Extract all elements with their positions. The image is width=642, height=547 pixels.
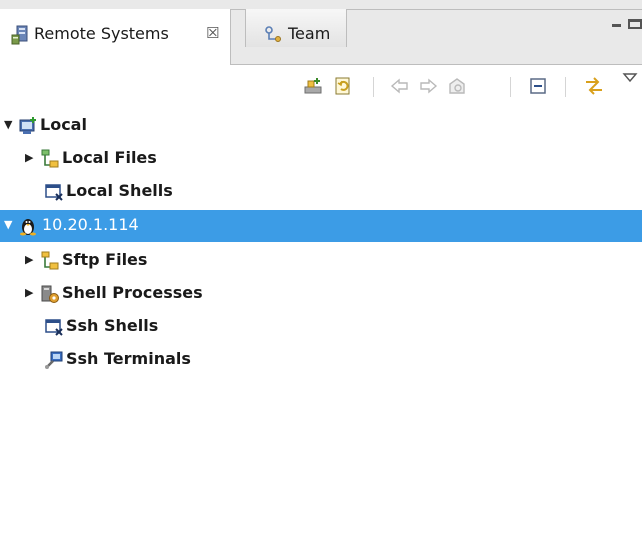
collapse-all-icon[interactable] [527, 75, 549, 97]
terminal-icon [45, 351, 63, 369]
tab-team[interactable]: Team [245, 9, 347, 47]
tab-team-label: Team [288, 24, 331, 43]
tree-item-label: Local Shells [66, 181, 173, 200]
tree-item-remote-host[interactable]: ▼ 10.20.1.114 [0, 210, 642, 242]
tree-item-label: Ssh Shells [66, 316, 159, 335]
expand-arrow-icon[interactable]: ▶ [25, 253, 33, 266]
tree-item-label: Sftp Files [62, 250, 148, 269]
tab-remote-systems-label: Remote Systems [34, 24, 169, 43]
files-icon [41, 149, 59, 168]
tree-item-label: Ssh Terminals [66, 349, 191, 368]
tree-item-local-files[interactable]: ▶ Local Files [0, 143, 642, 175]
local-host-icon [19, 117, 36, 134]
refresh-icon[interactable] [332, 75, 354, 97]
expand-arrow-icon[interactable]: ▼ [4, 118, 12, 131]
tree-item-label: 10.20.1.114 [42, 215, 139, 234]
shells-icon [45, 184, 63, 201]
forward-icon[interactable] [417, 75, 439, 97]
tree-item-label: Local [40, 115, 87, 134]
tree-item-ssh-shells[interactable]: Ssh Shells [0, 311, 642, 343]
tree-item-local-shells[interactable]: Local Shells [0, 176, 642, 208]
tree-item-sftp-files[interactable]: ▶ Sftp Files [0, 245, 642, 277]
link-with-editor-icon[interactable] [583, 75, 605, 97]
tab-remote-systems[interactable]: Remote Systems ☒ [0, 9, 231, 65]
view-tab-strip: Remote Systems ☒ Team [0, 0, 642, 65]
remote-systems-icon [11, 25, 28, 45]
toolbar-separator [510, 77, 511, 97]
expand-arrow-icon[interactable]: ▶ [25, 286, 33, 299]
toolbar-separator [373, 77, 374, 97]
back-icon[interactable] [389, 75, 411, 97]
files-icon [41, 251, 59, 270]
minimize-icon[interactable] [612, 24, 621, 27]
home-icon[interactable] [446, 75, 468, 97]
processes-icon [41, 285, 59, 303]
expand-arrow-icon[interactable]: ▼ [4, 218, 12, 231]
tree-item-local[interactable]: ▼ Local [0, 110, 642, 142]
tree-item-label: Local Files [62, 148, 157, 167]
expand-arrow-icon[interactable]: ▶ [25, 151, 33, 164]
tree-item-label: Shell Processes [62, 283, 203, 302]
close-tab-icon[interactable]: ☒ [206, 24, 219, 42]
tree-item-ssh-terminals[interactable]: Ssh Terminals [0, 344, 642, 376]
linux-icon [20, 219, 36, 236]
view-menu-icon[interactable] [622, 72, 638, 84]
tree-item-shell-processes[interactable]: ▶ Shell Processes [0, 278, 642, 310]
view-toolbar [0, 65, 642, 107]
team-icon [265, 26, 281, 42]
new-connection-icon[interactable] [302, 75, 324, 97]
maximize-icon[interactable] [628, 19, 642, 29]
toolbar-separator [565, 77, 566, 97]
shells-icon [45, 319, 63, 336]
